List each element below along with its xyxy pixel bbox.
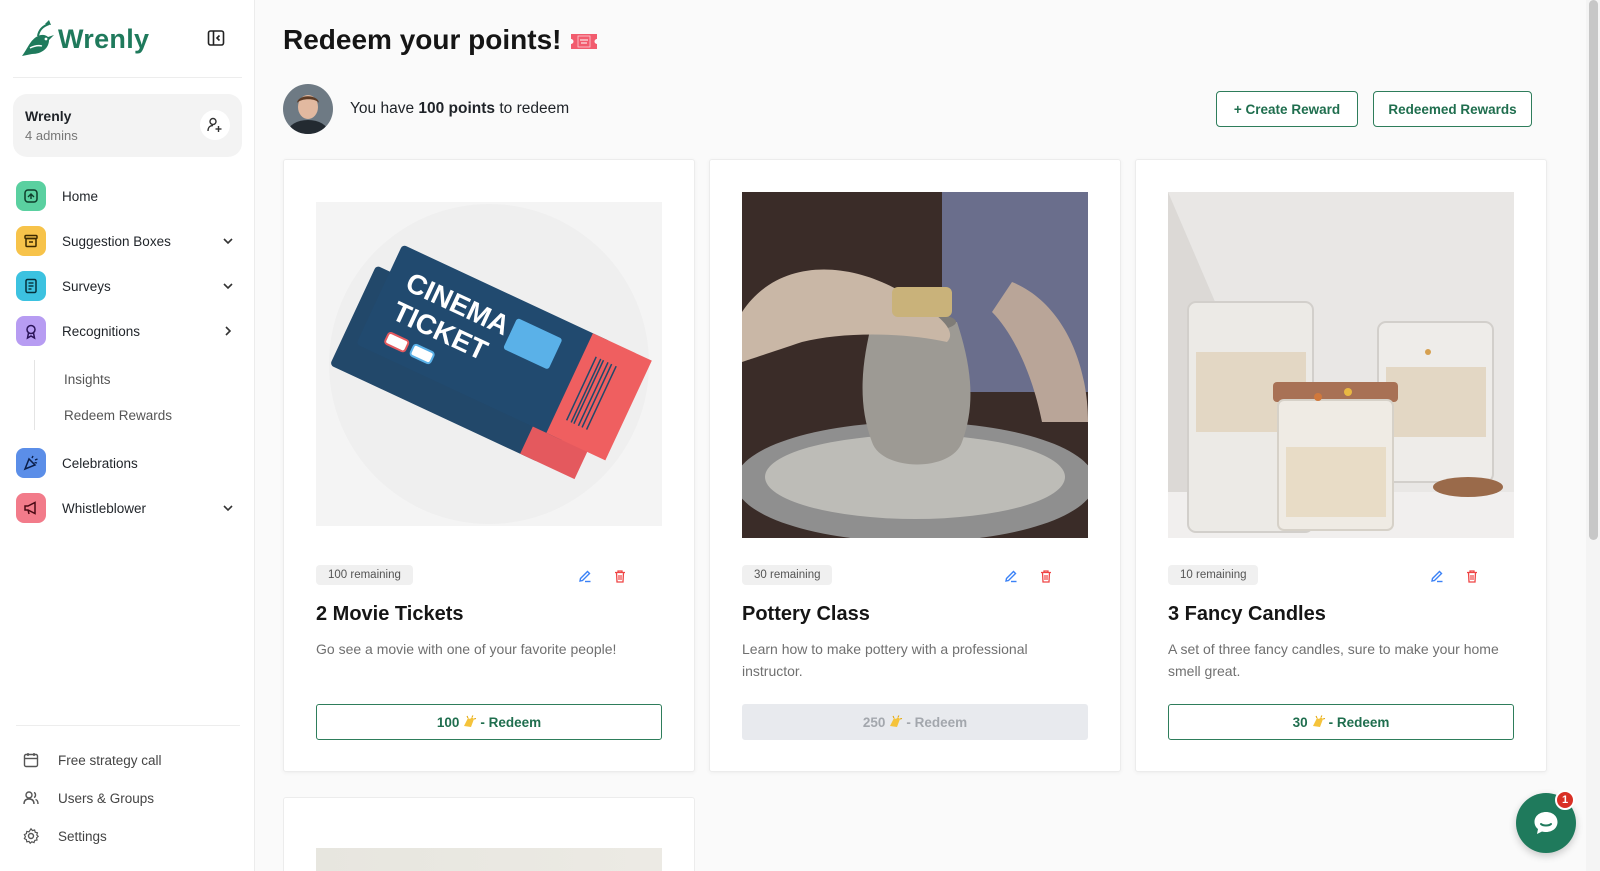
sidebar-collapse-icon[interactable] — [206, 28, 226, 48]
chevron-right-icon[interactable] — [220, 323, 236, 339]
workspace-admin-count: 4 admins — [25, 128, 78, 143]
redeem-label: - Redeem — [906, 714, 968, 730]
redeem-label: - Redeem — [480, 714, 542, 730]
reward-card: 30 remaining Pottery Class Learn how to … — [709, 159, 1121, 772]
workspace-card[interactable]: Wrenly 4 admins — [13, 94, 242, 157]
reward-card: 10 remaining 3 Fancy Candles A set of th… — [1135, 159, 1547, 772]
remaining-badge: 10 remaining — [1168, 565, 1259, 585]
wren-bird-icon — [22, 20, 54, 56]
chat-unread-badge: 1 — [1555, 790, 1575, 810]
reward-image-fancy-candles — [1168, 192, 1514, 538]
redeem-label: - Redeem — [1328, 714, 1390, 730]
sidebar-subitem-insights[interactable]: Insights — [64, 372, 111, 387]
sidebar-item-label: Settings — [58, 828, 107, 844]
reward-title: Pottery Class — [742, 603, 870, 625]
submenu-guide-line — [34, 360, 35, 430]
user-avatar-image — [283, 84, 333, 134]
remaining-badge: 100 remaining — [316, 565, 413, 585]
megaphone-icon — [16, 493, 46, 523]
page-title: Redeem your points! — [283, 24, 562, 55]
sidebar-footer-divider — [16, 725, 240, 726]
sidebar-item-strategy-call[interactable]: Free strategy call — [22, 748, 162, 772]
points-value: 100 points — [418, 100, 496, 117]
reward-description: Learn how to make pottery with a profess… — [742, 641, 1028, 679]
sidebar-item-whistleblower[interactable]: Whistleblower — [16, 491, 242, 525]
redeem-cost: 250 — [862, 714, 886, 730]
edit-icon[interactable] — [1429, 568, 1445, 584]
redeem-button[interactable]: 30 - Redeem — [1168, 704, 1514, 740]
add-user-icon — [207, 117, 222, 132]
redeem-cost: 30 — [1292, 714, 1308, 730]
sidebar-item-label: Surveys — [62, 278, 111, 294]
avatar[interactable] — [283, 84, 333, 134]
redeem-button-disabled[interactable]: 250 - Redeem — [742, 704, 1088, 740]
edit-icon[interactable] — [1003, 568, 1019, 584]
sidebar-item-users-groups[interactable]: Users & Groups — [22, 786, 154, 810]
trash-icon[interactable] — [1464, 568, 1480, 584]
home-icon — [16, 181, 46, 211]
reward-title: 2 Movie Tickets — [316, 603, 464, 625]
brand-name: Wrenly — [58, 23, 150, 54]
reward-description: A set of three fancy candles, sure to ma… — [1168, 641, 1499, 679]
sidebar-item-label: Recognitions — [62, 323, 141, 339]
sidebar-item-recognitions[interactable]: Recognitions — [16, 314, 242, 348]
users-icon — [23, 791, 39, 805]
sidebar-item-suggestion-boxes[interactable]: Suggestion Boxes — [16, 224, 242, 258]
chat-bubble-icon — [1534, 812, 1558, 834]
calendar-icon — [23, 753, 39, 768]
sidebar-item-label: Celebrations — [62, 455, 138, 471]
workspace-name: Wrenly — [25, 108, 72, 124]
create-reward-button[interactable]: + Create Reward — [1216, 91, 1358, 127]
clap-coin-icon — [1312, 715, 1325, 727]
survey-document-icon — [16, 271, 46, 301]
reward-card — [283, 797, 695, 871]
brand-logo[interactable]: Wrenly — [18, 14, 238, 64]
sidebar-item-label: Suggestion Boxes — [62, 233, 171, 249]
sidebar-item-home[interactable]: Home — [16, 179, 242, 213]
sidebar-item-label: Home — [62, 188, 99, 204]
sidebar-item-celebrations[interactable]: Celebrations — [16, 446, 242, 480]
remaining-badge: 30 remaining — [742, 565, 833, 585]
party-popper-icon — [16, 448, 46, 478]
reward-image-movie-tickets: CINEMA TICKET — [316, 192, 662, 538]
reward-image-pottery-class — [742, 192, 1088, 538]
reward-title: 3 Fancy Candles — [1168, 603, 1326, 625]
redeem-cost: 100 — [436, 714, 460, 730]
clap-coin-icon — [464, 715, 477, 727]
add-admin-button[interactable] — [200, 110, 230, 140]
app-root: Wrenly Wrenly 4 admins Home Suggestion B… — [0, 0, 1600, 871]
award-ribbon-icon — [16, 316, 46, 346]
sidebar-divider — [13, 77, 242, 78]
trash-icon[interactable] — [612, 568, 628, 584]
chevron-down-icon[interactable] — [220, 500, 236, 516]
main-content: Redeem your points! You have 100 points … — [256, 0, 1600, 871]
admit-one-ticket-icon — [571, 34, 597, 49]
chevron-down-icon[interactable] — [220, 233, 236, 249]
sidebar-item-label: Free strategy call — [58, 752, 162, 768]
reward-description: Go see a movie with one of your favorite… — [316, 641, 617, 657]
scrollbar-thumb[interactable] — [1589, 0, 1598, 540]
sidebar-item-label: Users & Groups — [58, 790, 155, 806]
chevron-down-icon[interactable] — [220, 278, 236, 294]
sidebar-item-label: Whistleblower — [62, 500, 147, 516]
edit-icon[interactable] — [577, 568, 593, 584]
sidebar-subitem-redeem-rewards[interactable]: Redeem Rewards — [64, 408, 172, 423]
points-balance-text: You have 100 points to redeem — [350, 100, 570, 117]
redeem-button[interactable]: 100 - Redeem — [316, 704, 662, 740]
gear-icon — [23, 827, 40, 845]
archive-box-icon — [16, 226, 46, 256]
reward-image-partial — [316, 848, 662, 871]
sidebar-item-settings[interactable]: Settings — [22, 824, 107, 848]
page-scrollbar[interactable] — [1586, 0, 1600, 871]
clap-coin-icon — [890, 715, 903, 727]
redeemed-rewards-button[interactable]: Redeemed Rewards — [1373, 91, 1532, 127]
trash-icon[interactable] — [1038, 568, 1054, 584]
sidebar-item-surveys[interactable]: Surveys — [16, 269, 242, 303]
sidebar: Wrenly Wrenly 4 admins Home Suggestion B… — [0, 0, 255, 871]
reward-card: CINEMA TICKET 100 remaining 2 Movie Tick… — [283, 159, 695, 772]
